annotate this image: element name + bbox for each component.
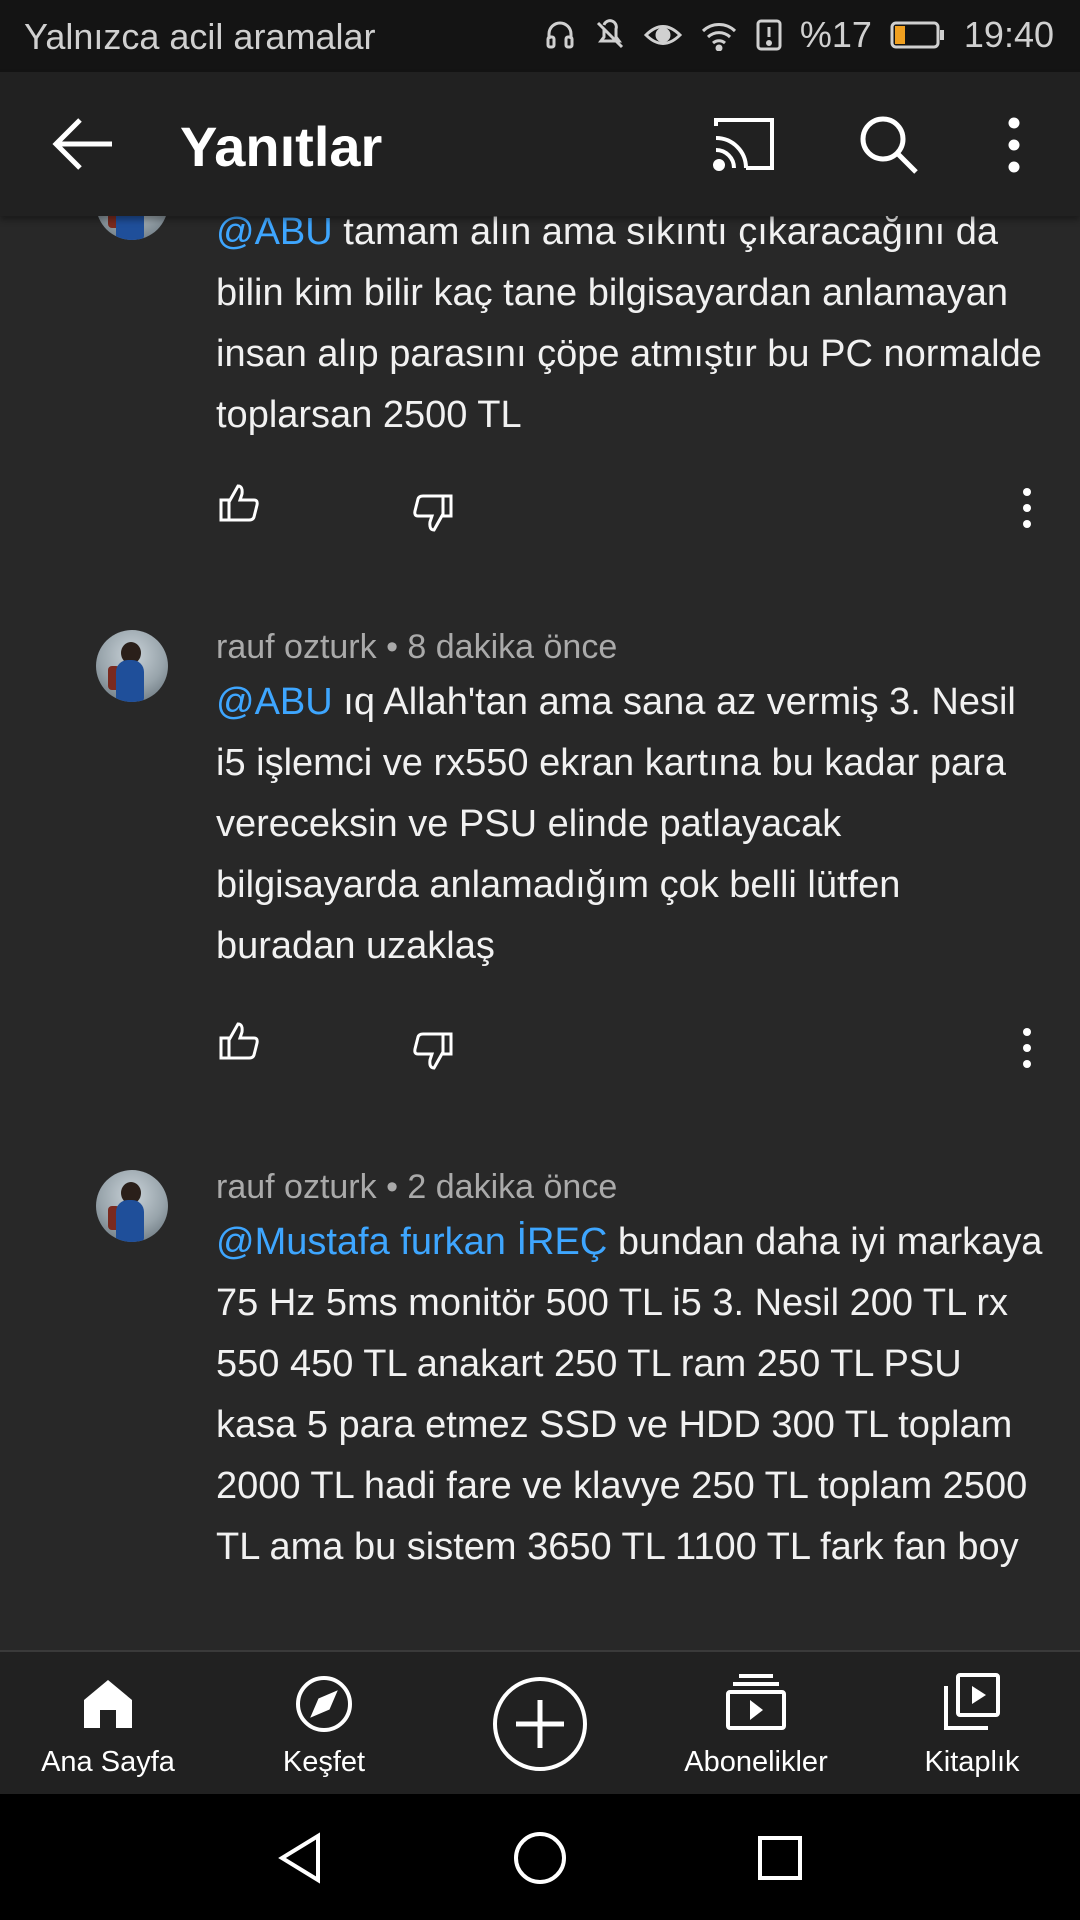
eye-icon xyxy=(643,25,682,45)
nav-subscriptions[interactable]: Abonelikler xyxy=(648,1652,864,1796)
comment-menu-icon[interactable] xyxy=(1020,1026,1034,1070)
library-icon xyxy=(944,1673,1000,1730)
nav-create[interactable] xyxy=(432,1652,648,1796)
comment-meta: rauf ozturk • 2 dakika önce xyxy=(216,1168,618,1206)
mute-icon xyxy=(596,19,623,49)
status-bar: Yalnızca acil aramalar %17 19:40 xyxy=(0,0,1080,72)
mention-link[interactable]: @Mustafa furkan İREÇ xyxy=(216,1221,607,1263)
compass-icon xyxy=(296,1676,352,1732)
battery-icon xyxy=(890,21,944,49)
nav-library[interactable]: Kitaplık xyxy=(864,1652,1080,1796)
like-icon[interactable] xyxy=(218,1020,260,1062)
home-circle-icon[interactable] xyxy=(512,1830,568,1886)
battery-percent: %17 xyxy=(799,14,872,55)
avatar[interactable] xyxy=(96,216,168,240)
comment-text: @ABU ıq Allah'tan ama sana az vermiş 3. … xyxy=(216,672,1046,977)
nav-label: Kitaplık xyxy=(924,1746,1020,1778)
cast-icon[interactable] xyxy=(712,116,776,172)
author-name[interactable]: rauf ozturk xyxy=(216,1168,377,1206)
comment-menu-icon[interactable] xyxy=(1020,486,1034,530)
home-icon xyxy=(84,1680,132,1728)
replies-list[interactable]: @ABU tamam alın ama sıkıntı çıkaracağını… xyxy=(0,216,1080,1650)
comment-time: 2 dakika önce xyxy=(407,1168,618,1206)
status-icons: %17 19:40 xyxy=(544,14,1054,56)
page-title: Yanıtlar xyxy=(180,115,383,178)
comment-body: tamam alın ama sıkıntı çıkaracağını da b… xyxy=(216,216,1042,436)
avatar[interactable] xyxy=(96,630,168,702)
comment-text: @ABU tamam alın ama sıkıntı çıkaracağını… xyxy=(216,216,1046,446)
nav-explore[interactable]: Keşfet xyxy=(216,1652,432,1796)
subscriptions-icon xyxy=(726,1674,786,1730)
dislike-icon[interactable] xyxy=(412,492,454,534)
comment-body: bundan daha iyi markaya 75 Hz 5ms monitö… xyxy=(216,1221,1043,1568)
comment-text: @Mustafa furkan İREÇ bundan daha iyi mar… xyxy=(216,1212,1046,1578)
carrier-text: Yalnızca acil aramalar xyxy=(24,16,376,57)
alert-icon xyxy=(756,19,782,51)
nav-label: Abonelikler xyxy=(684,1746,828,1778)
recents-square-icon[interactable] xyxy=(756,1834,804,1882)
clock: 19:40 xyxy=(963,14,1054,55)
nav-home[interactable]: Ana Sayfa xyxy=(0,1652,216,1796)
like-icon[interactable] xyxy=(218,482,260,524)
more-vert-icon[interactable] xyxy=(1000,116,1028,174)
nav-label: Ana Sayfa xyxy=(41,1746,175,1778)
comment-meta: rauf ozturk • 8 dakika önce xyxy=(216,628,618,666)
mention-link[interactable]: @ABU xyxy=(216,216,333,253)
add-icon xyxy=(493,1677,587,1771)
dislike-icon[interactable] xyxy=(412,1030,454,1072)
search-icon[interactable] xyxy=(858,114,920,176)
comment-body: ıq Allah'tan ama sana az vermiş 3. Nesil… xyxy=(216,681,1016,967)
headphones-icon xyxy=(546,21,574,49)
avatar[interactable] xyxy=(96,1170,168,1242)
wifi-icon xyxy=(701,23,736,51)
nav-label: Keşfet xyxy=(282,1746,366,1778)
mention-link[interactable]: @ABU xyxy=(216,681,333,723)
back-triangle-icon[interactable] xyxy=(276,1832,324,1884)
back-arrow-icon[interactable] xyxy=(50,112,118,176)
system-navigation-bar xyxy=(0,1794,1080,1920)
app-bar: Yanıtlar xyxy=(0,72,1080,216)
bottom-navigation: Ana Sayfa Keşfet Abonelikler Kitaplık xyxy=(0,1650,1080,1796)
author-name[interactable]: rauf ozturk xyxy=(216,628,377,666)
comment-time: 8 dakika önce xyxy=(407,628,618,666)
